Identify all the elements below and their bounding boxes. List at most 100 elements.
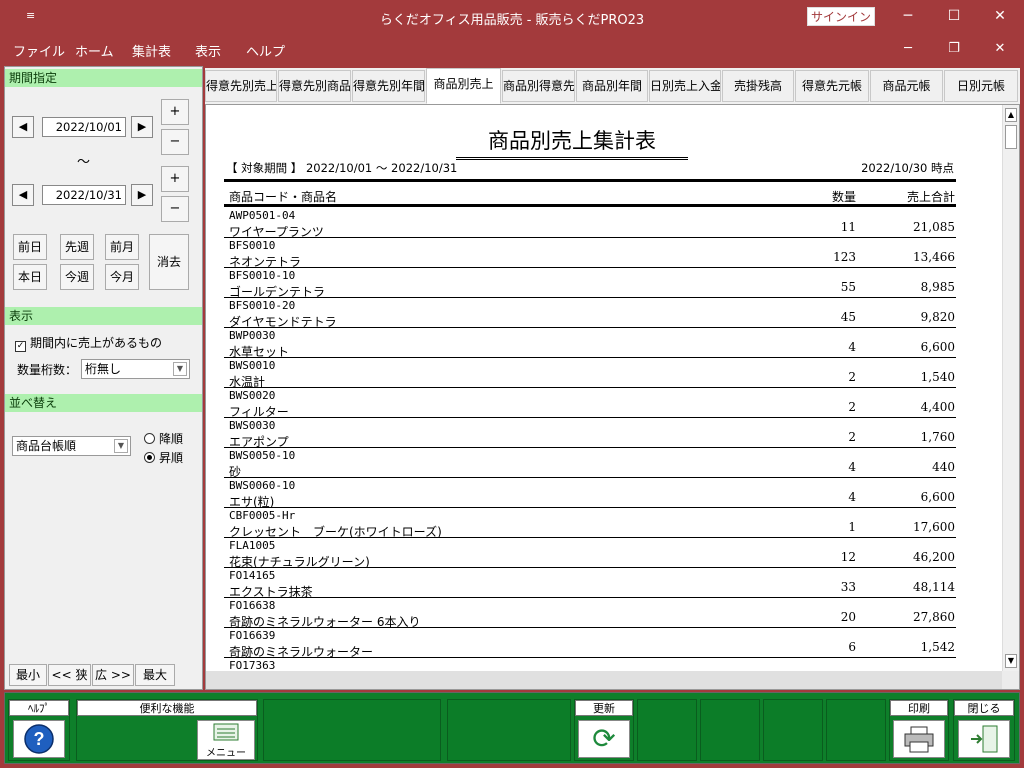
menu-help[interactable]: ヘルプ: [246, 41, 285, 60]
this-week-button[interactable]: 今週: [60, 264, 94, 290]
mdi-close-icon[interactable]: ✕: [985, 39, 1015, 59]
prev-day-button[interactable]: 前日: [13, 234, 47, 260]
empty-slot: [263, 699, 441, 761]
today-button[interactable]: 本日: [13, 264, 47, 290]
only-with-sales-label: 期間内に売上があるもの: [30, 336, 163, 350]
menu-view[interactable]: 表示: [195, 41, 221, 60]
scroll-thumb[interactable]: [1005, 125, 1017, 149]
table-row[interactable]: BFS0010 ネオンテトラ 123 13,466: [224, 238, 956, 269]
help-button[interactable]: ?: [13, 720, 65, 758]
sort-value: 商品台帳順: [16, 439, 77, 453]
table-row[interactable]: AWP0501-04 ワイヤープランツ 11 21,085: [224, 208, 956, 239]
table-row[interactable]: BWS0020 フィルター 2 4,400: [224, 388, 956, 419]
row-qty: 2: [848, 430, 856, 444]
only-with-sales-checkbox[interactable]: ✓ 期間内に売上があるもの: [15, 334, 162, 352]
tab-customer-ledger[interactable]: 得意先元帳: [795, 70, 869, 102]
refresh-icon: ⟳: [592, 722, 616, 755]
table-row[interactable]: BWS0030 エアポンプ 2 1,760: [224, 418, 956, 449]
table-row[interactable]: FO16638 奇跡のミネラルウォーター 6本入り 20 27,860: [224, 598, 956, 629]
refresh-button[interactable]: ⟳: [578, 720, 630, 758]
menu-file[interactable]: ファイル: [13, 41, 65, 60]
zoom-min-button[interactable]: 最小: [9, 664, 47, 686]
table-row[interactable]: FO16639 奇跡のミネラルウォーター 6 1,542: [224, 628, 956, 659]
display-header: 表示: [5, 307, 202, 325]
signin-button[interactable]: サインイン: [807, 7, 875, 26]
tab-customer-sales[interactable]: 得意先別売上: [205, 70, 277, 102]
report-area: 商品別売上集計表 【 対象期間 】 2022/10/01 〜 2022/10/3…: [205, 104, 1020, 690]
tab-customer-yearly[interactable]: 得意先別年間: [352, 70, 425, 102]
to-next-icon[interactable]: ▶: [131, 184, 153, 206]
help-icon: ?: [24, 724, 54, 754]
close-panel: 閉じる: [953, 699, 1015, 761]
print-label: 印刷: [890, 700, 948, 716]
sort-select[interactable]: 商品台帳順 ▼: [12, 436, 131, 456]
horizontal-scrollbar[interactable]: [206, 671, 1002, 689]
from-prev-icon[interactable]: ◀: [12, 116, 34, 138]
vertical-scrollbar[interactable]: ▲ ▼: [1002, 105, 1019, 671]
mdi-restore-icon[interactable]: ❐: [939, 39, 969, 59]
report-period: 【 対象期間 】 2022/10/01 〜 2022/10/31: [226, 161, 458, 175]
minimize-icon[interactable]: ─: [893, 5, 923, 27]
from-next-icon[interactable]: ▶: [131, 116, 153, 138]
report-paper: 商品別売上集計表 【 対象期間 】 2022/10/01 〜 2022/10/3…: [206, 105, 1002, 671]
print-button[interactable]: [893, 720, 945, 758]
table-row[interactable]: BFS0010-10 ゴールデンテトラ 55 8,985: [224, 268, 956, 299]
maximize-icon[interactable]: ☐: [939, 5, 969, 27]
row-amount: 1,540: [920, 370, 955, 384]
tab-daily-ledger[interactable]: 日別元帳: [944, 70, 1018, 102]
date-from-field[interactable]: 2022/10/01: [42, 117, 126, 137]
prev-week-button[interactable]: 先週: [60, 234, 94, 260]
table-row[interactable]: BWS0010 水温計 2 1,540: [224, 358, 956, 389]
zoom-narrow-button[interactable]: << 狭: [48, 664, 91, 686]
title-bar: ≡ らくだオフィス用品販売 - 販売らくだPRO23 サインイン ─ ☐ ✕: [0, 0, 1024, 34]
scroll-up-icon[interactable]: ▲: [1005, 108, 1017, 122]
close-button[interactable]: [958, 720, 1010, 758]
table-row[interactable]: FO17363: [224, 658, 956, 671]
menu-summary[interactable]: 集計表: [132, 41, 171, 60]
scroll-down-icon[interactable]: ▼: [1005, 654, 1017, 668]
row-amount: 27,860: [913, 610, 955, 624]
menu-button[interactable]: メニュー: [197, 720, 255, 760]
clear-button[interactable]: 消去: [149, 234, 189, 290]
tab-product-sales[interactable]: 商品別売上: [426, 68, 501, 104]
table-row[interactable]: FO14165 エクストラ抹茶 33 48,114: [224, 568, 956, 599]
tab-daily-sales-receipts[interactable]: 日別売上入金: [649, 70, 721, 102]
table-row[interactable]: BWP0030 水草セット 4 6,600: [224, 328, 956, 359]
sort-desc-radio[interactable]: 降順: [144, 430, 183, 447]
from-minus-button[interactable]: −: [161, 129, 189, 155]
table-row[interactable]: FLA1005 花束(ナチュラルグリーン) 12 46,200: [224, 538, 956, 569]
close-icon[interactable]: ✕: [985, 5, 1015, 27]
qty-digits-select[interactable]: 桁無し ▼: [81, 359, 190, 379]
tab-product-customers[interactable]: 商品別得意先: [502, 70, 575, 102]
row-qty: 33: [840, 580, 856, 594]
tab-product-ledger[interactable]: 商品元帳: [870, 70, 943, 102]
table-row[interactable]: BWS0050-10 砂 4 440: [224, 448, 956, 479]
sort-asc-radio[interactable]: 昇順: [144, 449, 183, 466]
table-row[interactable]: BFS0010-20 ダイヤモンドテトラ 45 9,820: [224, 298, 956, 329]
mdi-minimize-icon[interactable]: ─: [893, 39, 923, 59]
row-qty: 4: [848, 340, 856, 354]
zoom-wide-button[interactable]: 広 >>: [92, 664, 134, 686]
help-panel: ﾍﾙﾌﾟ ?: [8, 699, 70, 761]
tab-receivables[interactable]: 売掛残高: [722, 70, 794, 102]
tab-product-yearly[interactable]: 商品別年間: [576, 70, 648, 102]
to-plus-button[interactable]: +: [161, 166, 189, 192]
date-to-field[interactable]: 2022/10/31: [42, 185, 126, 205]
to-minus-button[interactable]: −: [161, 196, 189, 222]
tools-label: 便利な機能: [77, 700, 257, 716]
empty-slot: [826, 699, 886, 761]
table-row[interactable]: CBF0005-Hr クレッセント ブーケ(ホワイトローズ) 1 17,600: [224, 508, 956, 539]
row-qty: 4: [848, 490, 856, 504]
prev-month-button[interactable]: 前月: [105, 234, 139, 260]
this-month-button[interactable]: 今月: [105, 264, 139, 290]
from-plus-button[interactable]: +: [161, 99, 189, 125]
to-prev-icon[interactable]: ◀: [12, 184, 34, 206]
row-qty: 1: [848, 520, 856, 534]
table-row[interactable]: BWS0060-10 エサ(粒) 4 6,600: [224, 478, 956, 509]
row-code: BWP0030: [229, 329, 276, 342]
zoom-max-button[interactable]: 最大: [135, 664, 175, 686]
refresh-panel: 更新 ⟳: [574, 699, 634, 761]
tab-customer-products[interactable]: 得意先別商品: [278, 70, 351, 102]
menu-home[interactable]: ホーム: [75, 41, 114, 60]
row-code: BFS0010-20: [229, 299, 296, 312]
